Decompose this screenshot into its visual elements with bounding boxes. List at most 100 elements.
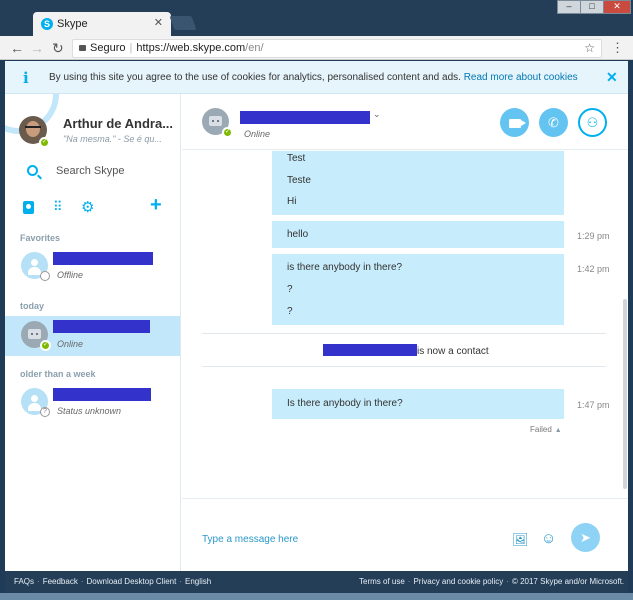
online-presence-icon: ✓ — [222, 127, 233, 138]
bot-screen — [28, 329, 41, 339]
contact-item-today[interactable]: ✓ Online — [5, 316, 180, 356]
phone-call-button[interactable]: ✆ — [539, 108, 568, 137]
message-timestamp: 1:29 pm — [577, 231, 610, 241]
omnibox-separator: | — [129, 42, 133, 54]
forward-arrow-icon[interactable]: → — [30, 40, 44, 56]
video-call-icon — [508, 119, 526, 128]
window-close-button[interactable]: ✕ — [603, 0, 631, 14]
footer-link-privacy[interactable]: Privacy and cookie policy — [413, 577, 503, 586]
online-presence-icon: ✓ — [39, 137, 50, 148]
chat-status: Online — [244, 129, 271, 139]
plus-icon[interactable]: + — [150, 194, 162, 217]
contact-item-older[interactable]: ? Status unknown — [5, 383, 180, 423]
redacted-chat-title[interactable] — [240, 111, 370, 124]
phone-icon: ✆ — [548, 115, 559, 130]
contact-item-favorite[interactable]: Offline — [5, 247, 180, 287]
avatar-body — [28, 403, 41, 411]
skype-favicon-icon: S — [41, 18, 53, 30]
message-input[interactable]: Type a message here — [202, 534, 298, 545]
divider — [202, 366, 606, 367]
new-tab-button[interactable] — [169, 16, 197, 30]
profile-name[interactable]: Arthur de Andra... — [63, 116, 173, 131]
failed-label: Failed — [530, 425, 552, 434]
footer-link-terms[interactable]: Terms of use — [359, 577, 405, 586]
message-text: ? — [287, 284, 293, 295]
avatar-body — [28, 267, 41, 275]
footer-link-faqs[interactable]: FAQs — [14, 577, 34, 586]
search-icon — [27, 165, 38, 176]
page-footer: FAQs · Feedback · Download Desktop Client · En… — [5, 571, 628, 593]
unknown-presence-icon: ? — [40, 407, 50, 417]
message-timestamp: 1:47 pm — [577, 400, 610, 410]
desktop-background — [0, 593, 633, 600]
section-favorites: Favorites — [20, 233, 61, 243]
message-text: Teste — [287, 175, 311, 186]
bot-screen — [209, 116, 222, 126]
cookie-text: By using this site you agree to the use … — [49, 72, 461, 83]
secure-label: Seguro — [90, 42, 126, 54]
message-text: Is there anybody in there? — [287, 398, 403, 409]
footer-separator: · — [80, 577, 84, 586]
lock-icon — [79, 45, 86, 51]
message-bubble: Test Teste Hi — [272, 151, 564, 215]
gear-icon[interactable]: ⚙ — [81, 198, 94, 216]
close-icon[interactable]: ✕ — [606, 69, 618, 86]
contacts-book-icon[interactable] — [23, 201, 34, 214]
message-bubble: Is there anybody in there? — [272, 389, 564, 419]
search-input[interactable]: Search Skype — [25, 162, 165, 182]
browser-tab[interactable]: S Skype ✕ — [33, 12, 171, 36]
message-list: Test Teste Hi hello 1:29 pm is there any… — [182, 151, 628, 497]
warning-triangle-icon: ▲ — [554, 427, 562, 434]
footer-separator: · — [407, 577, 411, 586]
contact-status: Offline — [57, 270, 84, 280]
menu-dots-icon[interactable]: ⋮ — [611, 40, 624, 56]
chat-panel: ✓ ⌄ Online ✆ ⚇ Test Teste Hi hello 1:29 … — [182, 94, 628, 571]
redacted-contact-name — [323, 344, 417, 356]
dialpad-icon[interactable]: ⠿ — [53, 200, 62, 214]
message-bubble: is there anybody in there? ? ? — [272, 254, 564, 325]
profile-mood[interactable]: "Na mesma." - Se é qu... — [63, 134, 162, 144]
info-icon: i — [23, 69, 29, 87]
sidebar-toolbar: ⠿ ⚙ + — [5, 194, 180, 218]
add-people-icon: ⚇ — [586, 115, 599, 130]
offline-presence-icon — [40, 271, 50, 281]
skype-web-app: ✓ Arthur de Andra... "Na mesma." - Se é … — [5, 94, 628, 571]
reload-icon[interactable]: ↻ — [52, 40, 64, 56]
browser-titlebar: S Skype ✕ – □ ✕ — [0, 0, 633, 36]
tab-title: Skype — [57, 18, 88, 30]
divider — [202, 333, 606, 334]
failed-status[interactable]: Failed ▲ — [530, 425, 562, 434]
message-text: Test — [287, 153, 306, 164]
emoji-icon[interactable]: ☺ — [541, 530, 556, 547]
address-bar[interactable]: Seguro | https://web.skype.com/en/ ☆ — [72, 39, 602, 58]
back-arrow-icon[interactable]: ← — [10, 40, 24, 56]
footer-link-feedback[interactable]: Feedback — [43, 577, 78, 586]
scrollbar[interactable] — [623, 299, 627, 489]
window-maximize-button[interactable]: □ — [580, 0, 604, 14]
avatar-glasses — [25, 126, 41, 129]
search-placeholder: Search Skype — [56, 165, 125, 177]
message-timestamp: 1:42 pm — [577, 264, 610, 274]
add-people-button[interactable]: ⚇ — [578, 108, 607, 137]
cookie-link[interactable]: Read more about cookies — [464, 72, 578, 83]
video-call-button[interactable] — [500, 108, 529, 137]
redacted-contact-name — [53, 252, 153, 265]
chat-header: ✓ ⌄ Online ✆ ⚇ — [182, 94, 628, 150]
avatar-face — [26, 121, 40, 137]
footer-separator: · — [506, 577, 509, 586]
contact-status: Status unknown — [57, 406, 122, 416]
send-button[interactable]: ➤ — [571, 523, 600, 552]
window-minimize-button[interactable]: – — [557, 0, 581, 14]
footer-link-download[interactable]: Download Desktop Client — [87, 577, 177, 586]
footer-link-language[interactable]: English — [185, 577, 211, 586]
footer-copyright: © 2017 Skype and/or Microsoft. — [511, 577, 625, 586]
footer-separator: · — [37, 577, 40, 586]
chevron-down-icon[interactable]: ⌄ — [373, 109, 381, 120]
star-icon[interactable]: ☆ — [584, 40, 595, 57]
cookie-banner: i By using this site you agree to the us… — [5, 61, 628, 94]
online-presence-icon: ✓ — [40, 340, 51, 351]
message-bubble: hello — [272, 221, 564, 248]
media-icon[interactable]: 🖼 — [512, 532, 529, 548]
url-text: https://web.skype.com — [136, 42, 246, 54]
tab-close-icon[interactable]: ✕ — [154, 16, 163, 29]
